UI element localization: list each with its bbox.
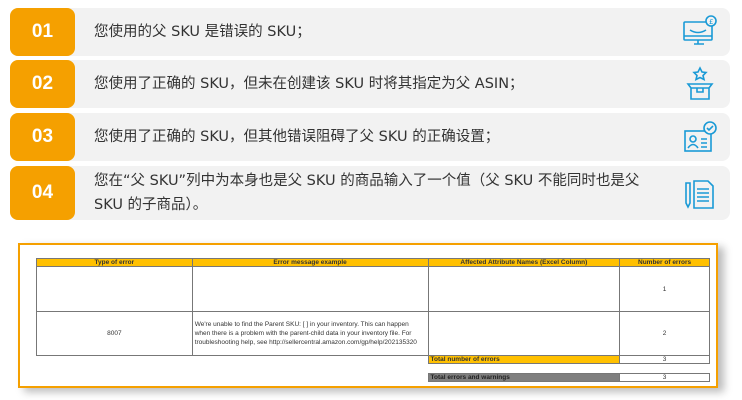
svg-text:£: £ xyxy=(709,18,713,26)
error-type: 8007 xyxy=(36,311,193,356)
box-star-icon xyxy=(686,66,714,100)
col-header: Number of errors xyxy=(619,258,710,267)
error-report-panel: Type of error Error message example Affe… xyxy=(18,243,718,388)
error-table: Type of error Error message example Affe… xyxy=(36,258,710,382)
step-row-2: 02 您使用了正确的 SKU，但未在创建该 SKU 时将其指定为父 ASIN； xyxy=(10,60,730,108)
step-text: 您在“父 SKU”列中为本身也是父 SKU 的商品输入了一个值（父 SKU 不能… xyxy=(94,173,640,213)
error-count: 2 xyxy=(619,311,710,356)
table-row: 8007 We're unable to find the Parent SKU… xyxy=(36,311,710,356)
step-row-3: 03 您使用了正确的 SKU，但其他错误阻碍了父 SKU 的正确设置； xyxy=(10,113,730,161)
error-type xyxy=(36,266,193,312)
error-count: 1 xyxy=(619,266,710,312)
total-warnings-label: Total errors and warnings xyxy=(427,373,621,382)
table-row: 1 xyxy=(36,266,710,312)
step-text: 您使用的父 SKU 是错误的 SKU； xyxy=(94,24,311,40)
affected-attribute xyxy=(427,266,621,312)
error-message: We're unable to find the Parent SKU: [ ]… xyxy=(191,311,429,356)
monitor-pound-icon: £ xyxy=(683,15,717,45)
total-warnings-value: 3 xyxy=(619,373,710,382)
step-text: 您使用了正确的 SKU，但其他错误阻碍了父 SKU 的正确设置； xyxy=(94,129,500,145)
step-number: 03 xyxy=(10,113,75,161)
step-number: 01 xyxy=(10,8,75,56)
documents-pen-icon xyxy=(685,180,714,209)
step-number: 02 xyxy=(10,60,75,108)
affected-attribute xyxy=(427,311,621,356)
error-message xyxy=(191,266,429,312)
total-errors-label: Total number of errors xyxy=(427,355,621,364)
id-card-check-icon xyxy=(684,121,717,152)
total-errors-value: 3 xyxy=(619,355,710,364)
col-header: Error message example xyxy=(191,258,429,267)
col-header: Affected Attribute Names (Excel Column) xyxy=(427,258,621,267)
step-number: 04 xyxy=(10,166,75,220)
col-header: Type of error xyxy=(36,258,193,267)
step-text: 您使用了正确的 SKU，但未在创建该 SKU 时将其指定为父 ASIN； xyxy=(94,76,524,92)
step-row-4: 04 您在“父 SKU”列中为本身也是父 SKU 的商品输入了一个值（父 SKU… xyxy=(10,166,730,220)
step-row-1: 01 您使用的父 SKU 是错误的 SKU； £ xyxy=(10,8,730,56)
